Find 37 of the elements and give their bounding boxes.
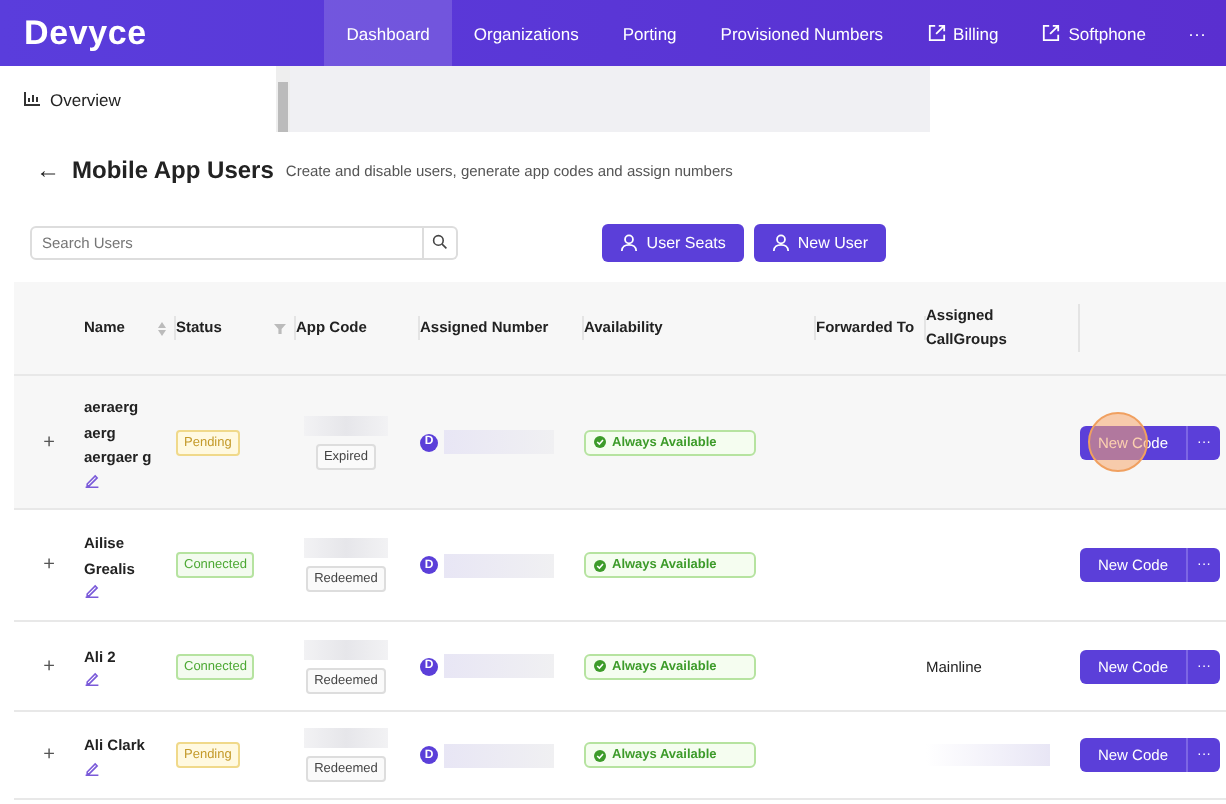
nav-tab[interactable]: Softphone — [1020, 0, 1168, 66]
check-icon — [594, 660, 606, 672]
edit-icon[interactable] — [84, 759, 100, 776]
nav-tab[interactable]: Dashboard — [324, 0, 452, 66]
expand-button[interactable]: + — [43, 554, 55, 576]
blurred-number — [444, 553, 554, 577]
action-button[interactable]: New User — [753, 223, 886, 261]
scrollbar-thumb[interactable] — [278, 82, 288, 132]
page-title: Mobile App Users — [72, 156, 274, 184]
nav-tab[interactable]: Provisioned Numbers — [698, 0, 906, 66]
nav-tab[interactable]: Billing — [905, 0, 1021, 66]
action-button[interactable]: User Seats — [602, 223, 744, 261]
search-icon — [432, 234, 448, 250]
check-icon — [594, 559, 606, 571]
expand-button[interactable]: + — [43, 655, 55, 677]
chart-icon — [24, 92, 40, 106]
check-icon — [594, 436, 606, 448]
blurred-code — [304, 639, 388, 659]
search-button[interactable] — [424, 225, 458, 259]
blurred-number — [444, 654, 554, 678]
logo[interactable]: Devyce — [24, 13, 301, 53]
sidebar-item[interactable]: Overview — [50, 89, 121, 109]
user-icon — [620, 233, 639, 251]
edit-icon[interactable] — [84, 471, 100, 488]
user-icon — [771, 233, 790, 251]
edit-icon[interactable] — [84, 581, 100, 598]
expand-button[interactable]: + — [43, 431, 55, 453]
expand-button[interactable]: + — [43, 744, 55, 766]
nav-tab[interactable]: Organizations — [451, 0, 601, 66]
blurred-code — [304, 728, 388, 748]
edit-icon[interactable] — [84, 670, 100, 687]
more-menu[interactable]: ··· — [1168, 0, 1226, 66]
nav-tab[interactable]: Porting — [600, 0, 699, 66]
check-icon — [594, 749, 606, 761]
blurred-code — [304, 538, 388, 558]
back-button[interactable]: ← — [36, 156, 60, 184]
blurred-number — [444, 743, 554, 767]
